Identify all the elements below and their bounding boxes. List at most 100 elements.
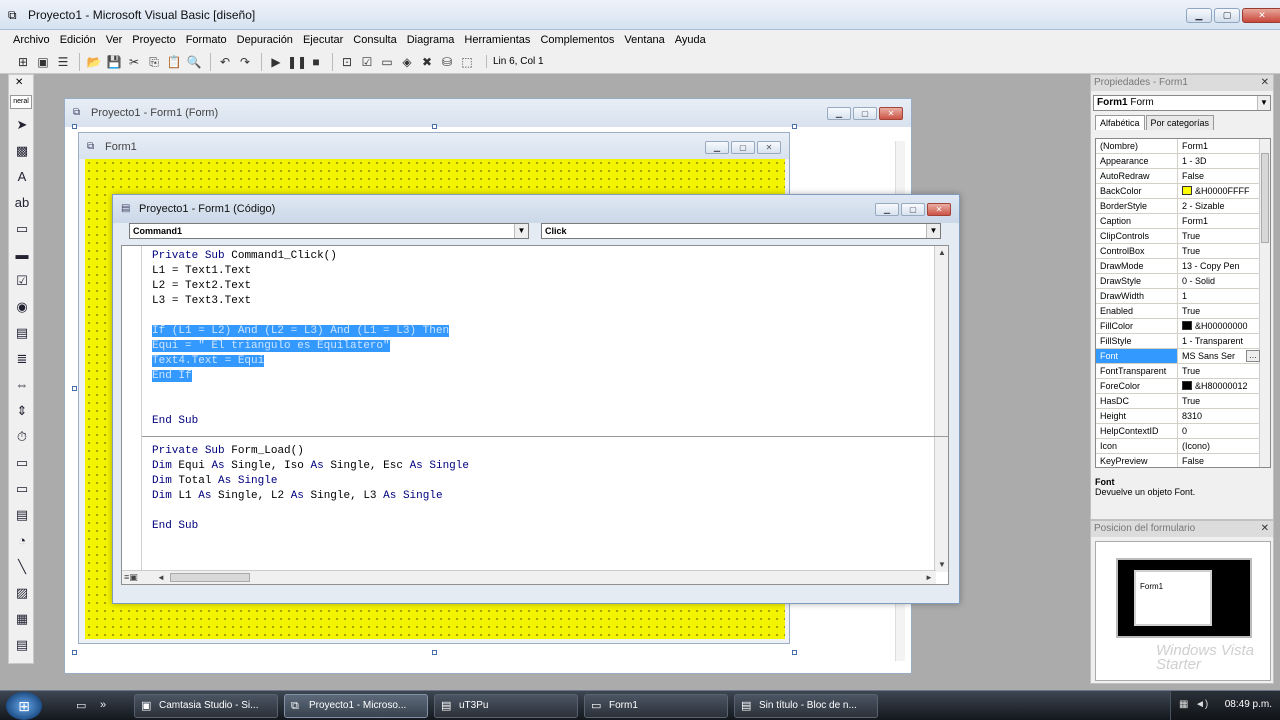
timer-icon[interactable]: ⏱ [12,427,32,447]
chevron-down-icon[interactable]: ▼ [514,224,528,238]
property-row[interactable]: Caption Form1 [1096,214,1260,229]
property-row[interactable]: AutoRedraw False [1096,169,1260,184]
property-value[interactable]: True [1180,244,1260,258]
menu-ventana[interactable]: Ventana [619,34,669,46]
code-line[interactable]: Private Sub Form_Load() [152,444,469,459]
line-icon[interactable]: ╲ [12,557,32,577]
code-line[interactable]: End Sub [152,414,469,429]
property-value[interactable]: 8310 [1180,409,1260,423]
data-view-icon[interactable]: ⛁ [438,53,456,71]
picturebox-icon[interactable]: ▩ [12,141,32,161]
code-line[interactable]: End Sub [152,519,469,534]
vscrollbar-icon[interactable]: ⇕ [12,401,32,421]
combobox-icon[interactable]: ▤ [12,323,32,343]
code-close-button[interactable]: ✕ [927,203,951,216]
resize-handle[interactable] [72,386,77,391]
menu-ejecutar[interactable]: Ejecutar [298,34,348,46]
scroll-down-icon[interactable]: ▼ [935,558,948,572]
add-form-icon[interactable]: ▣ [34,53,52,71]
property-row[interactable]: Enabled True [1096,304,1260,319]
taskbar-button[interactable]: ▭ Form1 [584,694,728,718]
scroll-thumb[interactable] [170,573,250,582]
start-button[interactable]: ⊞ [6,692,42,720]
code-line[interactable] [152,309,469,324]
show-desktop-icon[interactable]: ▭ [76,699,86,712]
property-value[interactable]: 1 [1180,289,1260,303]
ellipsis-button[interactable]: … [1246,350,1260,362]
code-line[interactable]: Dim Equi As Single, Iso As Single, Esc A… [152,459,469,474]
code-margin[interactable] [122,246,142,584]
designer-close-button[interactable]: ✕ [879,107,903,120]
mini-form-preview[interactable]: Form1 [1134,570,1212,626]
code-minimize-button[interactable]: ▁ [875,203,899,216]
network-icon[interactable]: ▦ [1179,699,1188,710]
break-icon[interactable]: ❚❚ [287,53,307,71]
property-value[interactable]: True [1180,394,1260,408]
object-combo[interactable]: Command1 ▼ [129,223,529,239]
resize-handle[interactable] [72,650,77,655]
menu-complementos[interactable]: Complementos [535,34,619,46]
code-line[interactable]: L1 = Text1.Text [152,264,469,279]
textbox-icon[interactable]: ab [12,193,32,213]
tab-categorized[interactable]: Por categorías [1145,115,1215,130]
ole-icon[interactable]: ▤ [12,635,32,655]
code-line[interactable]: Private Sub Command1_Click() [152,249,469,264]
component-manager-icon[interactable]: ⬚ [458,53,476,71]
property-value[interactable]: True [1180,304,1260,318]
property-value[interactable]: True [1180,364,1260,378]
code-lines[interactable]: Private Sub Command1_Click() L1 = Text1.T… [152,249,469,534]
property-value[interactable]: True [1180,229,1260,243]
menu-depuracion[interactable]: Depuración [232,34,298,46]
taskbar-button[interactable]: ▣ Camtasia Studio - Si... [134,694,278,718]
optionbutton-icon[interactable]: ◉ [12,297,32,317]
chevron-down-icon[interactable]: ▼ [926,224,940,238]
label-icon[interactable]: A [12,167,32,187]
scroll-up-icon[interactable]: ▲ [935,246,948,260]
property-row[interactable]: DrawWidth 1 [1096,289,1260,304]
designer-maximize-button[interactable]: ▢ [853,107,877,120]
property-row[interactable]: BorderStyle 2 - Sizable [1096,199,1260,214]
add-project-icon[interactable]: ⊞ [14,53,32,71]
code-line[interactable]: Dim L1 As Single, L2 As Single, L3 As Si… [152,489,469,504]
taskbar-button[interactable]: ⧉ Proyecto1 - Microso... [284,694,428,718]
filelistbox-icon[interactable]: ▤ [12,505,32,525]
scroll-left-icon[interactable]: ◄ [154,571,168,584]
toolbox-icon[interactable]: ✖ [418,53,436,71]
property-row[interactable]: ClipControls True [1096,229,1260,244]
menu-archivo[interactable]: Archivo [8,34,55,46]
property-row[interactable]: ForeColor &H80000012 [1096,379,1260,394]
volume-icon[interactable]: ◄) [1195,699,1208,710]
property-row[interactable]: DrawStyle 0 - Solid [1096,274,1260,289]
menu-formato[interactable]: Formato [181,34,232,46]
property-value[interactable]: 1 - 3D [1180,154,1260,168]
menu-proyecto[interactable]: Proyecto [127,34,180,46]
property-value[interactable]: False [1180,454,1260,467]
property-row[interactable]: Appearance 1 - 3D [1096,154,1260,169]
property-value[interactable]: Form1 [1180,139,1260,153]
undo-icon[interactable]: ↶ [216,53,234,71]
property-row[interactable]: (Nombre) Form1 [1096,139,1260,154]
code-editor[interactable]: Private Sub Command1_Click() L1 = Text1.T… [121,245,949,585]
resize-handle[interactable] [792,124,797,129]
commandbutton-icon[interactable]: ▬ [12,245,32,265]
code-line[interactable] [152,384,469,399]
code-line[interactable]: If (L1 = L2) And (L2 = L3) And (L1 = L3)… [152,324,469,339]
property-row[interactable]: Height 8310 [1096,409,1260,424]
property-value[interactable]: (Icono) [1180,439,1260,453]
property-row[interactable]: DrawMode 13 - Copy Pen [1096,259,1260,274]
menu-ver[interactable]: Ver [101,34,128,46]
property-grid-scrollbar[interactable] [1259,139,1270,467]
taskbar-button[interactable]: ▤ Sin título - Bloc de n... [734,694,878,718]
close-icon[interactable]: ✕ [1261,521,1269,537]
property-value[interactable]: 2 - Sizable [1180,199,1260,213]
property-value[interactable]: 1 - Transparent [1180,334,1260,348]
code-vertical-scrollbar[interactable]: ▲ ▼ [934,246,948,572]
chevron-down-icon[interactable]: ▼ [1257,96,1270,110]
code-line[interactable]: L2 = Text2.Text [152,279,469,294]
resize-handle[interactable] [792,650,797,655]
hscrollbar-icon[interactable]: ⇔ [12,375,32,395]
shape-icon[interactable]: ◔ [12,531,32,551]
object-browser-icon[interactable]: ◈ [398,53,416,71]
property-value[interactable]: False [1180,169,1260,183]
dirlistbox-icon[interactable]: ▭ [12,479,32,499]
